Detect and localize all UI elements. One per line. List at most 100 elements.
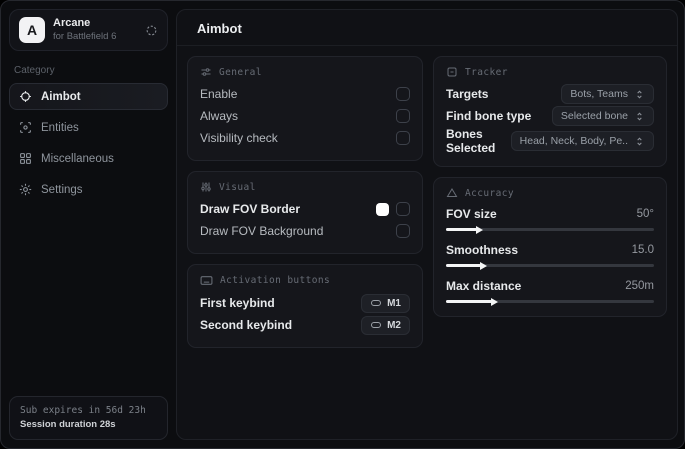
smoothness-row: Smoothness 15.0 bbox=[445, 240, 654, 270]
mouse-icon bbox=[370, 319, 382, 331]
second-keybind-label: Second keybind bbox=[200, 318, 293, 332]
session-duration-text: Session duration 28s bbox=[20, 418, 116, 430]
find-bone-type-select[interactable]: Selected bone bbox=[551, 106, 654, 126]
fov-border-color-swatch[interactable] bbox=[375, 202, 389, 216]
bones-selected-label: Bones Selected bbox=[445, 127, 496, 155]
fov-size-slider-fill bbox=[445, 225, 484, 234]
activation-card-header: Activation buttons bbox=[200, 274, 410, 287]
fov-size-label: FOV size bbox=[445, 207, 497, 221]
sync-icon[interactable] bbox=[145, 24, 158, 37]
second-keybind-button[interactable]: M2 bbox=[361, 315, 410, 335]
find-bone-type-row: Find bone type Selected bone bbox=[446, 105, 654, 127]
category-label: Category bbox=[14, 65, 55, 76]
crosshair-icon bbox=[19, 90, 32, 103]
sidebar-item-label: Miscellaneous bbox=[41, 152, 114, 165]
sliders-icon bbox=[200, 66, 212, 78]
max-distance-slider[interactable] bbox=[445, 297, 654, 306]
sidebar-item-label: Aimbot bbox=[41, 90, 81, 103]
sidebar-item-aimbot[interactable]: Aimbot bbox=[9, 83, 168, 110]
second-keybind-value: M2 bbox=[387, 319, 401, 331]
find-bone-type-value: Selected bone bbox=[560, 110, 628, 122]
page-title: Aimbot bbox=[197, 21, 242, 36]
square-minus-icon bbox=[446, 66, 458, 78]
draw-fov-border-checkbox[interactable] bbox=[395, 202, 410, 216]
scan-icon bbox=[19, 121, 32, 134]
visual-card-header: Visual bbox=[200, 181, 410, 193]
grid-icon bbox=[19, 152, 32, 165]
find-bone-type-label: Find bone type bbox=[445, 109, 532, 123]
app-name: Arcane bbox=[53, 17, 91, 30]
first-keybind-value: M1 bbox=[387, 297, 401, 309]
activation-card-title: Activation buttons bbox=[220, 275, 331, 286]
visibility-check-row: Visibility check bbox=[200, 127, 410, 149]
fov-size-slider[interactable] bbox=[445, 225, 654, 234]
general-card: General Enable Always Visibility check bbox=[187, 56, 423, 161]
always-row: Always bbox=[200, 105, 410, 127]
draw-fov-background-checkbox[interactable] bbox=[395, 224, 410, 238]
app-logo-letter: A bbox=[26, 22, 38, 38]
visual-card-title: Visual bbox=[219, 181, 256, 193]
accuracy-card-title: Accuracy bbox=[464, 187, 514, 199]
visibility-check-label: Visibility check bbox=[200, 131, 278, 145]
chevrons-up-down-icon bbox=[634, 89, 645, 100]
bones-selected-row: Bones Selected Head, Neck, Body, Pe.. bbox=[446, 127, 654, 155]
activation-card: Activation buttons First keybind M1 Seco… bbox=[187, 264, 423, 348]
visual-card: Visual Draw FOV Border Draw FOV Backgrou… bbox=[187, 171, 423, 254]
draw-fov-background-label: Draw FOV Background bbox=[200, 224, 324, 238]
always-label: Always bbox=[200, 109, 239, 123]
smoothness-value: 15.0 bbox=[631, 244, 654, 256]
panel-body: General Enable Always Visibility check V… bbox=[177, 46, 677, 439]
bones-selected-select[interactable]: Head, Neck, Body, Pe.. bbox=[510, 131, 654, 151]
targets-select[interactable]: Bots, Teams bbox=[561, 84, 654, 104]
draw-fov-border-label: Draw FOV Border bbox=[200, 202, 301, 216]
max-distance-slider-thumb[interactable] bbox=[490, 297, 498, 306]
second-keybind-row: Second keybind M2 bbox=[200, 314, 410, 336]
sliders-vertical-icon bbox=[200, 181, 212, 193]
max-distance-header: Max distance 250m bbox=[446, 276, 654, 296]
main-panel: Aimbot General Enable Always Visibility … bbox=[176, 9, 678, 440]
general-card-title: General bbox=[219, 66, 262, 78]
keyboard-icon bbox=[200, 274, 213, 287]
fov-size-header: FOV size 50° bbox=[446, 204, 654, 224]
enable-label: Enable bbox=[200, 87, 238, 101]
enable-checkbox[interactable] bbox=[395, 87, 410, 101]
general-card-header: General bbox=[200, 66, 410, 78]
draw-fov-background-row: Draw FOV Background bbox=[200, 220, 410, 242]
fov-size-value: 50° bbox=[636, 208, 654, 220]
targets-row: Targets Bots, Teams bbox=[446, 83, 654, 105]
app-subtitle: for Battlefield 6 bbox=[53, 30, 117, 42]
always-checkbox[interactable] bbox=[395, 109, 410, 123]
sub-expiry-text: Sub expires in 56d 23h bbox=[20, 404, 146, 416]
sidebar-item-settings[interactable]: Settings bbox=[9, 176, 168, 203]
column-left: General Enable Always Visibility check V… bbox=[187, 56, 423, 429]
first-keybind-button[interactable]: M1 bbox=[361, 293, 410, 313]
sidebar: A Arcane for Battlefield 6 Category Aimb… bbox=[1, 1, 176, 448]
app-logo: A bbox=[19, 17, 45, 43]
panel-header: Aimbot bbox=[177, 10, 677, 46]
draw-fov-border-controls bbox=[375, 202, 410, 216]
brand-text: Arcane for Battlefield 6 bbox=[53, 17, 137, 43]
smoothness-slider-thumb[interactable] bbox=[480, 261, 488, 270]
visibility-check-checkbox[interactable] bbox=[395, 131, 410, 145]
triangle-icon bbox=[446, 187, 458, 199]
column-right: Tracker Targets Bots, Teams Find bone ty… bbox=[432, 56, 667, 429]
tracker-card-header: Tracker bbox=[446, 66, 654, 78]
first-keybind-row: First keybind M1 bbox=[200, 292, 410, 314]
sidebar-item-label: Settings bbox=[41, 183, 83, 196]
smoothness-slider-fill bbox=[445, 261, 488, 270]
sidebar-item-entities[interactable]: Entities bbox=[9, 114, 168, 141]
sidebar-nav: Aimbot Entities Miscellaneous Settings bbox=[9, 83, 168, 203]
sidebar-item-miscellaneous[interactable]: Miscellaneous bbox=[9, 145, 168, 172]
draw-fov-border-row: Draw FOV Border bbox=[200, 198, 410, 220]
fov-size-slider-thumb[interactable] bbox=[476, 225, 484, 234]
max-distance-label: Max distance bbox=[445, 279, 522, 293]
smoothness-header: Smoothness 15.0 bbox=[446, 240, 654, 260]
tracker-card-title: Tracker bbox=[464, 66, 508, 78]
smoothness-slider[interactable] bbox=[445, 261, 654, 270]
smoothness-label: Smoothness bbox=[445, 243, 518, 257]
targets-value: Bots, Teams bbox=[570, 88, 628, 100]
accuracy-card-header: Accuracy bbox=[446, 187, 654, 199]
sidebar-item-label: Entities bbox=[41, 121, 79, 134]
first-keybind-label: First keybind bbox=[200, 296, 275, 310]
